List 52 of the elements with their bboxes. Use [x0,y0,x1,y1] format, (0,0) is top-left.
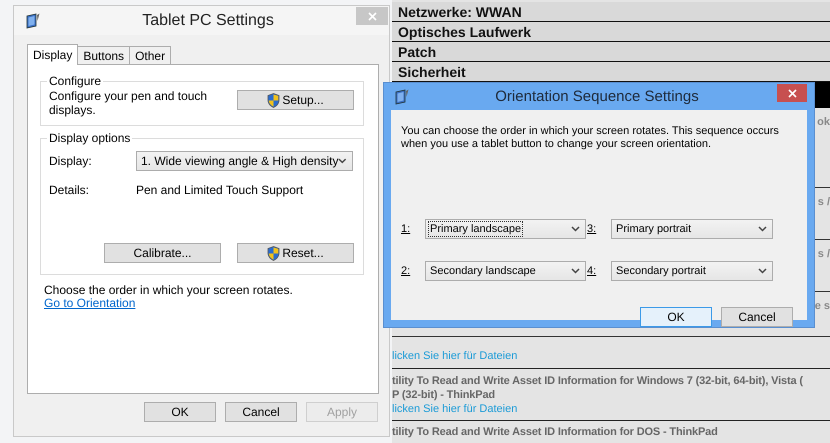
download-title: e s [814,300,830,312]
orientation-link[interactable]: Go to Orientation [44,297,136,310]
orientation-dropdown[interactable]: Secondary landscape [425,261,586,281]
section-heading: Sicherheit [392,62,830,82]
download-title: s / [818,196,830,208]
orientation-hint: Choose the order in which your screen rotates. [44,284,294,297]
close-icon [788,88,796,98]
description: You can choose the order in which your screen rotates. This sequence occurs when you use a tablet button to change your screen orientation. [401,125,780,151]
button[interactable]: Setup... [237,90,354,110]
details-value: Pen and Limited Touch Support [136,183,304,197]
section-heading: Optisches Laufwerk [392,22,830,42]
sequence-label: 4: [586,265,598,277]
button[interactable]: Cancel [721,307,793,327]
download-title: s / [818,248,830,260]
group-title: Configure [48,74,102,88]
download-title: ok [817,116,830,128]
caret-icon [571,226,580,232]
dialog-title: Orientation Sequence Settings [494,88,700,105]
caret-icon [758,226,767,232]
sequence-label: 1: [401,223,412,235]
sequence-label: 3: [586,223,598,235]
close-button[interactable] [777,84,807,102]
section-heading: Patch [392,42,830,62]
section-heading: Netzwerke: WWAN [392,2,830,22]
tab[interactable]: Other [129,46,172,64]
tablet-icon [26,12,40,28]
tablet-icon [395,88,409,104]
close-icon [368,12,376,20]
shield-icon [267,246,280,260]
shield-icon [267,92,280,108]
field-label: Details: [49,183,90,197]
display-dropdown[interactable]: 1. Wide viewing angle & High density [136,151,353,171]
window-title: Tablet PC Settings [141,12,275,30]
field-label: Display: [49,154,93,168]
orientation-dropdown[interactable]: Primary portrait [611,219,773,239]
download-title: tility To Read and Write Asset ID Information for Windows 7 (32-bit, 64-bit), Vista ( [392,374,803,388]
download-title: P (32-bit) - ThinkPad [392,388,495,402]
download-title: tility To Read and Write Asset ID Information for DOS - ThinkPad [392,425,718,439]
caret-icon [571,268,580,274]
button[interactable]: Reset... [237,243,354,263]
tab[interactable]: Display [27,44,78,65]
group-title: Display options [48,131,132,145]
button[interactable]: OK [144,402,216,422]
caret-icon [758,268,767,274]
caret-icon [338,158,347,164]
configure-description: Configure your pen and touch displays. [49,89,208,117]
orientation-dropdown[interactable]: Secondary portrait [611,261,773,281]
sequence-label: 2: [401,265,412,277]
button[interactable]: Cancel [225,402,297,422]
button[interactable]: OK [640,307,712,327]
orientation-dropdown[interactable]: Primary landscape [425,219,586,239]
button[interactable]: Calibrate... [104,243,221,263]
